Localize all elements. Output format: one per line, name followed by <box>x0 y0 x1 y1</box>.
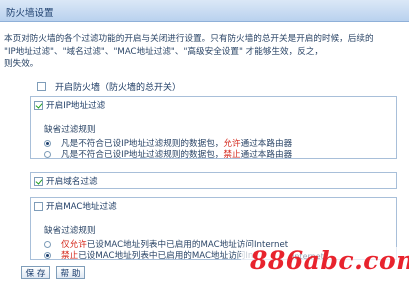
page-description: 本页对防火墙的各个过滤功能的开启与关闭进行设置。只有防火墙的总开关是开启的时候，… <box>4 33 404 71</box>
description-line: 本页对防火墙的各个过滤功能的开启与关闭进行设置。只有防火墙的总开关是开启的时候，… <box>4 34 374 44</box>
ip-filter-label: 开启IP地址过滤 <box>46 101 106 111</box>
help-button[interactable]: 帮 助 <box>56 266 85 279</box>
mac-rule-deny-text: 禁止已设MAC地址列表中已启用的MAC地址访问Int <box>61 251 257 261</box>
ip-rule-allow-radio[interactable] <box>44 139 51 147</box>
mac-filter-toggle[interactable]: 开启MAC地址过滤 <box>34 200 117 212</box>
ip-rule-deny-option[interactable]: 凡是不符合已设IP地址过滤规则的数据包，禁止通过本路由器 <box>44 148 292 160</box>
ip-rule-deny-radio[interactable] <box>44 150 51 158</box>
description-line: 则失效。 <box>4 59 39 69</box>
mac-filter-checkbox[interactable] <box>34 201 43 211</box>
ip-filter-toggle[interactable]: 开启IP地址过滤 <box>34 99 105 111</box>
domain-filter-group: 开启域名过滤 <box>30 172 397 189</box>
domain-filter-label: 开启域名过滤 <box>46 177 98 187</box>
mac-default-rule-title: 缺省过滤规则 <box>44 226 96 236</box>
description-line: "IP地址过滤"、"域名过滤"、"MAC地址过滤"、"高级安全设置" 才能够生效… <box>4 46 324 57</box>
firewall-master-label: 开启防火墙（防火墙的总开关） <box>55 83 182 93</box>
firewall-master-switch[interactable]: 开启防火墙（防火墙的总开关） <box>37 80 181 93</box>
domain-filter-checkbox[interactable] <box>34 176 43 186</box>
domain-filter-toggle[interactable]: 开启域名过滤 <box>34 175 98 187</box>
page-title: 防火墙设置 <box>6 8 54 19</box>
ip-rule-deny-text: 凡是不符合已设IP地址过滤规则的数据包，禁止通过本路由器 <box>61 150 293 160</box>
save-button[interactable]: 保 存 <box>21 266 50 279</box>
mac-rule-deny-radio[interactable] <box>44 251 51 259</box>
ip-filter-group: 开启IP地址过滤 缺省过滤规则 凡是不符合已设IP地址过滤规则的数据包，允许通过… <box>30 96 397 160</box>
ip-filter-checkbox[interactable] <box>34 100 43 110</box>
watermark-logo: 886abc.com <box>250 246 409 275</box>
ip-default-rule-title: 缺省过滤规则 <box>44 125 96 135</box>
mac-filter-label: 开启MAC地址过滤 <box>46 202 117 212</box>
mac-rule-allow-radio[interactable] <box>44 240 51 248</box>
mac-rule-deny-option[interactable]: 禁止已设MAC地址列表中已启用的MAC地址访问Int <box>44 249 257 261</box>
firewall-master-checkbox[interactable] <box>37 82 46 91</box>
title-bar: 防火墙设置 <box>0 0 409 22</box>
